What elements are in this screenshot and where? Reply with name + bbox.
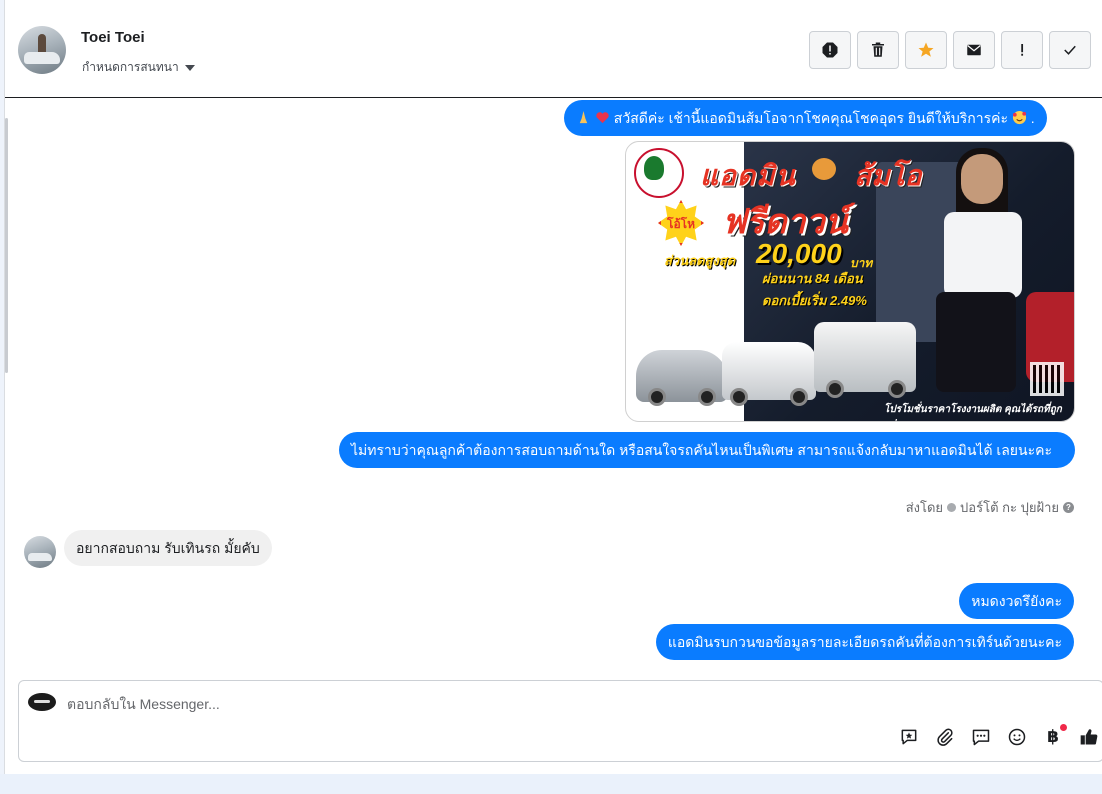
conversation-panel: Toei Toei กำหนดการสนทนา สวัสดีค่ะ เช้านี… bbox=[4, 0, 1102, 774]
avatar[interactable] bbox=[24, 536, 56, 568]
attach-file-button[interactable] bbox=[935, 727, 955, 747]
promo-image[interactable]: แอดมิน ส้มโอ โอ้โห ฟรีดาวน์ ส่วนลดสูงสุด… bbox=[625, 141, 1075, 422]
baht-icon: ฿ bbox=[1047, 727, 1059, 747]
qr-code bbox=[1030, 362, 1064, 396]
payment-button[interactable]: ฿ bbox=[1043, 724, 1067, 747]
promo-model-pants bbox=[936, 292, 1016, 392]
help-icon[interactable]: ? bbox=[1063, 502, 1074, 513]
folded-hands-icon bbox=[576, 110, 591, 125]
message-bubble-outgoing[interactable]: ไม่ทราบว่าคุณลูกค้าต้องการสอบถามด้านใด ห… bbox=[339, 432, 1075, 468]
status-dot-icon bbox=[947, 503, 957, 512]
promo-discount-label: ส่วนลดสูงสุด bbox=[664, 253, 736, 268]
promo-title-right: ส้มโอ bbox=[854, 160, 922, 191]
message-bubble-outgoing[interactable]: หมดงวดรึยังคะ bbox=[959, 583, 1074, 619]
saved-reply-button[interactable] bbox=[899, 727, 919, 747]
message-bubble-outgoing[interactable]: สวัสดีค่ะ เช้านี้แอดมินส้มโอจากโชคคุณโชค… bbox=[564, 100, 1047, 136]
mark-unread-button[interactable] bbox=[953, 31, 995, 69]
paperclip-icon bbox=[937, 728, 953, 746]
promo-model-head bbox=[961, 154, 1003, 204]
mark-spam-button[interactable] bbox=[809, 31, 851, 69]
avatar[interactable] bbox=[18, 26, 66, 74]
trash-icon bbox=[872, 42, 884, 57]
conversation-header: Toei Toei กำหนดการสนทนา bbox=[5, 0, 1102, 98]
star-button[interactable] bbox=[905, 31, 947, 69]
message-composer: ฿ bbox=[18, 680, 1102, 762]
conversation-settings-dropdown[interactable]: กำหนดการสนทนา bbox=[82, 58, 195, 77]
chat-bubble-icon bbox=[972, 729, 990, 746]
saved-reply-icon bbox=[901, 729, 917, 745]
wheel bbox=[790, 388, 808, 406]
message-text: แอดมินรบกวนขอข้อมูลรายละเอียดรถคันที่ต้อ… bbox=[667, 634, 1062, 650]
quick-message-button[interactable] bbox=[971, 727, 991, 747]
snail-icon bbox=[812, 158, 836, 180]
composer-tools: ฿ bbox=[899, 724, 1099, 747]
promo-model-shirt bbox=[944, 212, 1022, 298]
sent-by-info: ส่งโดย ปอร์โต้ กะ ปุยฝ้าย ? bbox=[906, 497, 1074, 518]
promo-discount-amount: 20,000 bbox=[756, 238, 842, 269]
heart-icon bbox=[595, 110, 610, 125]
avatar-car bbox=[28, 553, 52, 561]
message-text: สวัสดีค่ะ เช้านี้แอดมินส้มโอจากโชคคุณโชค… bbox=[613, 110, 1008, 126]
conversation-settings-label: กำหนดการสนทนา bbox=[82, 60, 179, 74]
promo-footer: โปรโมชั่นราคาโรงงานผลิต คุณได้รถที่ถูกกว… bbox=[884, 404, 1062, 421]
mark-important-button[interactable] bbox=[1001, 31, 1043, 69]
envelope-icon bbox=[967, 44, 981, 56]
avatar-car bbox=[24, 52, 60, 64]
promo-installment: ผ่อนนาน 84 เดือน bbox=[762, 271, 863, 286]
wheel bbox=[826, 380, 844, 398]
wheel bbox=[648, 388, 666, 406]
page-avatar bbox=[28, 693, 56, 711]
wheel bbox=[888, 380, 906, 398]
sent-by-prefix: ส่งโดย bbox=[905, 500, 944, 515]
reply-input[interactable] bbox=[67, 694, 867, 714]
star-icon bbox=[918, 42, 934, 57]
thumbs-up-icon bbox=[1080, 729, 1098, 745]
exclamation-icon bbox=[1021, 44, 1024, 56]
contact-name[interactable]: Toei Toei bbox=[81, 29, 145, 46]
sent-by-name: ปอร์โต้ กะ ปุยฝ้าย bbox=[960, 500, 1059, 515]
smiling-face-with-hearts-icon bbox=[1012, 110, 1027, 125]
delete-button[interactable] bbox=[857, 31, 899, 69]
message-text: ไม่ทราบว่าคุณลูกค้าต้องการสอบถามด้านใด ห… bbox=[351, 442, 1052, 458]
chevron-down-icon bbox=[184, 64, 195, 71]
bottom-strip bbox=[0, 774, 1102, 794]
scrollbar[interactable] bbox=[5, 118, 8, 373]
like-button[interactable] bbox=[1079, 727, 1099, 747]
mark-done-button[interactable] bbox=[1049, 31, 1091, 69]
dealer-logo-mark bbox=[644, 156, 664, 180]
wheel bbox=[730, 388, 748, 406]
emoji-button[interactable] bbox=[1007, 727, 1027, 747]
message-text-suffix: . bbox=[1030, 110, 1035, 126]
check-icon bbox=[1064, 45, 1076, 55]
notification-dot bbox=[1060, 724, 1067, 731]
smiley-icon bbox=[1008, 728, 1026, 746]
message-bubble-outgoing[interactable]: แอดมินรบกวนขอข้อมูลรายละเอียดรถคันที่ต้อ… bbox=[655, 624, 1074, 660]
alert-octagon-icon bbox=[822, 42, 838, 58]
message-text: หมดงวดรึยังคะ bbox=[971, 593, 1062, 609]
message-bubble-incoming[interactable]: อยากสอบถาม รับเทินรถ มั้ยคับ bbox=[64, 530, 272, 566]
promo-title-left: แอดมิน bbox=[700, 160, 796, 191]
promo-badge-text: โอ้โห bbox=[667, 217, 696, 231]
promo-interest: ดอกเบี้ยเริ่ม 2.49% bbox=[762, 293, 867, 308]
message-text: อยากสอบถาม รับเทินรถ มั้ยคับ bbox=[76, 540, 260, 556]
wheel bbox=[698, 388, 716, 406]
header-actions bbox=[809, 31, 1091, 69]
